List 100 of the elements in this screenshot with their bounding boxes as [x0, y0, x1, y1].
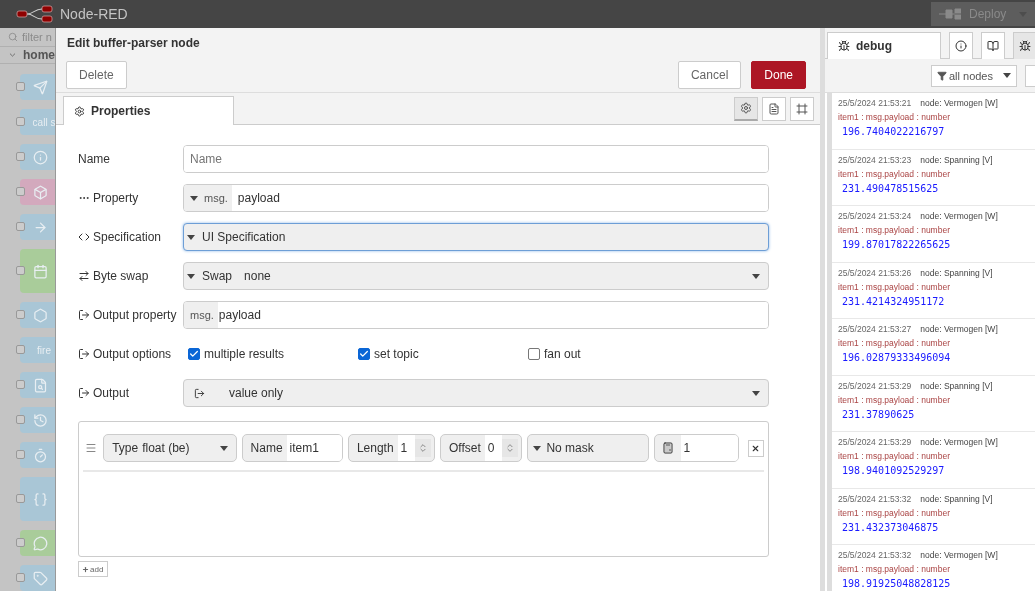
- book-tab[interactable]: [981, 32, 1005, 59]
- gear-icon: [740, 102, 752, 114]
- caret-icon: [752, 273, 760, 279]
- input-port: [16, 494, 25, 503]
- message-value: 231.4214324951172: [841, 295, 946, 307]
- bug-tab[interactable]: [1013, 32, 1035, 59]
- spinner-button[interactable]: [502, 439, 519, 457]
- message-time: 25/5/2024 21:53:29: [838, 437, 912, 447]
- message-topic: item1 : msg.payload : number: [838, 112, 951, 122]
- message-source-label: node: Vermogen [W]: [920, 324, 998, 334]
- message-source-label: node: Vermogen [W]: [920, 211, 998, 221]
- property-field[interactable]: msg. payload: [183, 184, 769, 212]
- message-source-label: node: Vermogen [W]: [920, 550, 998, 560]
- settings-button[interactable]: [734, 96, 758, 121]
- caret-icon: [219, 445, 228, 451]
- input-port: [16, 266, 25, 275]
- document-button[interactable]: [762, 96, 786, 121]
- message-topic: item1 : msg.payload : number: [838, 225, 951, 235]
- message-topic: item1 : msg.payload : number: [838, 168, 951, 179]
- tag-icon: [32, 570, 48, 586]
- output-property-field[interactable]: msg. payload: [183, 301, 769, 329]
- add-button[interactable]: add: [78, 561, 108, 577]
- braces-icon: [32, 491, 48, 507]
- message-source-label: node: Spanning [V]: [920, 154, 993, 165]
- byte-swap-select[interactable]: Swap none: [183, 262, 769, 290]
- checkbox-label: multiple results: [204, 347, 285, 361]
- delete-button[interactable]: Delete: [66, 61, 127, 89]
- spinner-button[interactable]: [415, 439, 432, 457]
- frame-button[interactable]: [790, 96, 814, 121]
- checkmark-icon: [359, 349, 369, 359]
- input-port: [16, 538, 25, 547]
- message-time: 25/5/2024 21:53:26: [838, 267, 912, 278]
- caret-icon: [752, 390, 760, 396]
- info-icon: [32, 149, 48, 165]
- up-down-chevrons-icon: [418, 443, 429, 453]
- debug-tab[interactable]: debug: [827, 32, 941, 59]
- done-button[interactable]: Done: [751, 61, 806, 89]
- checkbox[interactable]: [358, 348, 370, 360]
- checkbox[interactable]: [188, 348, 200, 360]
- remove-button[interactable]: [747, 439, 764, 457]
- type-select[interactable]: Type float (be): [103, 434, 237, 462]
- scale-field[interactable]: 1: [653, 434, 739, 462]
- speech-bubble-icon: [32, 535, 48, 551]
- timer-icon: [32, 447, 48, 463]
- mask-select[interactable]: No mask: [527, 434, 649, 462]
- calculator-icon: [661, 442, 674, 454]
- message-value: 231.37890625: [841, 408, 916, 420]
- field-label: Output: [93, 386, 130, 400]
- message-value: 198.91925048828125: [841, 578, 952, 589]
- message-value: 198.9401092529297: [841, 465, 946, 476]
- name-field[interactable]: Name: [183, 145, 769, 173]
- checkbox-label: fan out: [544, 347, 581, 361]
- message-time: 25/5/2024 21:53:27: [838, 324, 912, 334]
- field-label: Output options: [93, 347, 172, 361]
- input-port: [16, 310, 25, 319]
- sign-out-icon: [78, 348, 90, 360]
- specification-select[interactable]: UI Specification: [183, 223, 769, 251]
- dialog-title: Edit buffer-parser node: [56, 28, 820, 58]
- input-port: [16, 82, 25, 91]
- search-icon: [8, 31, 18, 42]
- caret-icon: [187, 273, 195, 279]
- input-port: [16, 450, 25, 459]
- caret-icon: [1003, 73, 1011, 78]
- length-input[interactable]: 1: [397, 435, 416, 461]
- close-icon: [751, 443, 761, 453]
- toolbar-button[interactable]: [1025, 64, 1035, 87]
- message-source-label: node: Spanning [V]: [920, 493, 993, 504]
- item-name-field[interactable]: Name item1: [241, 434, 343, 462]
- paper-plane-icon: [32, 79, 48, 95]
- checkbox[interactable]: [528, 348, 540, 360]
- message-source-label: node: Vermogen [W]: [920, 98, 998, 108]
- book-icon: [987, 40, 999, 52]
- filter-dropdown[interactable]: all nodes: [930, 64, 1017, 87]
- message-value: 231.490478515625: [841, 182, 940, 194]
- output-select[interactable]: value only: [183, 379, 769, 407]
- message-value: 196.7404022216797: [841, 126, 946, 137]
- cancel-button[interactable]: Cancel: [677, 61, 742, 89]
- hexagon-icon: [32, 307, 48, 323]
- message-topic: item1 : msg.payload : number: [838, 394, 951, 405]
- info-tab[interactable]: [949, 32, 973, 59]
- message-value: 199.87017822265625: [841, 239, 952, 250]
- input-port: [16, 573, 25, 582]
- input-port: [16, 345, 25, 354]
- input-port: [16, 187, 25, 196]
- gear-icon: [74, 105, 85, 117]
- offset-input[interactable]: 0: [484, 435, 503, 461]
- message-topic: item1 : msg.payload : number: [838, 338, 951, 348]
- message-topic: item1 : msg.payload : number: [838, 281, 951, 292]
- offset-field[interactable]: Offset 0: [440, 434, 523, 462]
- bug-icon: [1019, 40, 1031, 52]
- file-search-icon: [32, 377, 48, 393]
- message-time: 25/5/2024 21:53:32: [838, 550, 912, 560]
- properties-tab[interactable]: Properties: [63, 96, 234, 125]
- bug-icon: [838, 40, 850, 52]
- drag-handle-icon[interactable]: [84, 442, 97, 454]
- input-port: [16, 222, 25, 231]
- input-port: [16, 380, 25, 389]
- cube-icon: [32, 184, 48, 200]
- swap-arrows-icon: [78, 270, 90, 282]
- length-field[interactable]: Length 1: [347, 434, 436, 462]
